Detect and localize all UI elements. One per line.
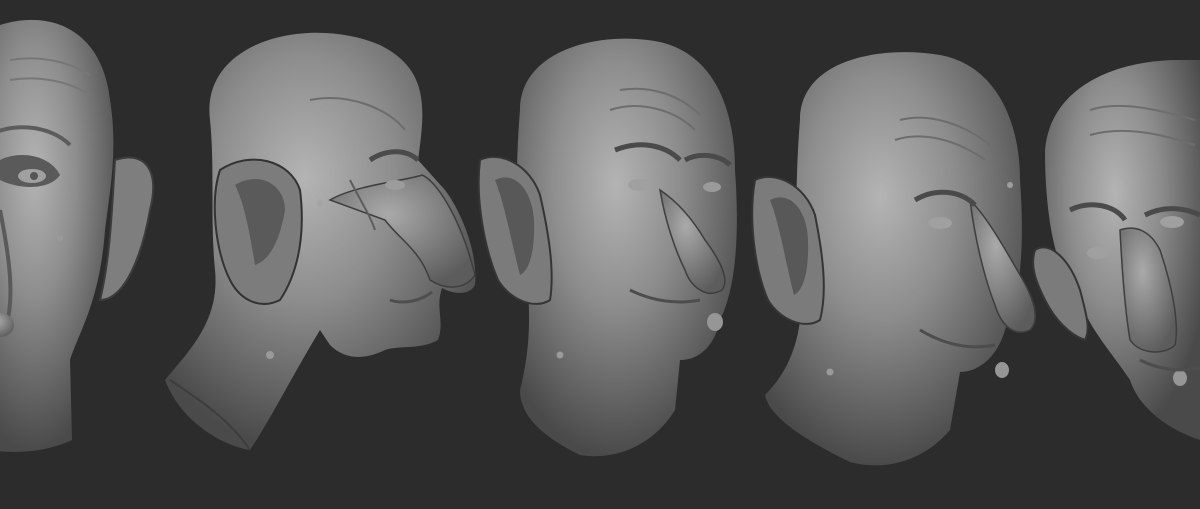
- head-sculpt-1: [0, 19, 155, 452]
- head-sculpt-5: [1032, 60, 1200, 440]
- sculpt-viewport: [0, 0, 1200, 509]
- head-sculpt-4: [751, 52, 1036, 466]
- head-sculpt-2: [165, 32, 476, 451]
- head-sculpt-3: [477, 38, 737, 457]
